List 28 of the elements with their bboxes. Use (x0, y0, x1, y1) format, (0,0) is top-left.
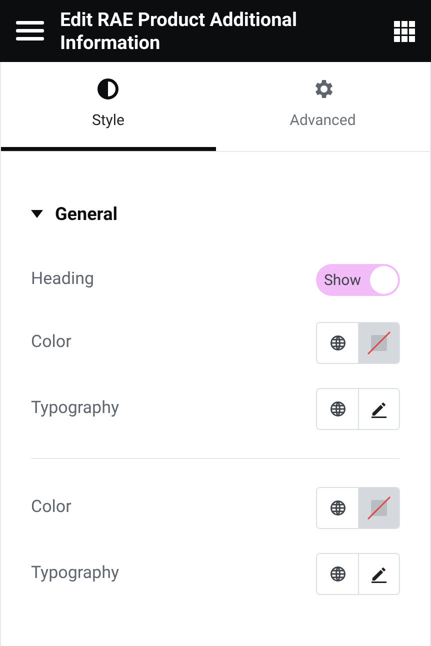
menu-icon[interactable] (16, 21, 44, 41)
color-picker-button[interactable] (359, 323, 399, 363)
no-color-icon (366, 330, 392, 356)
globe-icon (328, 400, 346, 418)
toggle-switch[interactable]: Show (316, 264, 400, 296)
grid-icon[interactable] (394, 20, 415, 42)
globe-icon (328, 334, 346, 352)
panel-tab[interactable]: Style (1, 62, 216, 151)
caret-icon (31, 210, 43, 218)
globe-icon (328, 499, 346, 517)
control-label: Typography (31, 562, 120, 586)
color-picker-button[interactable] (359, 488, 399, 528)
section-header[interactable]: General (31, 196, 118, 232)
control-label: Heading (31, 268, 94, 292)
control-label: Color (31, 331, 72, 354)
switch-thumb (370, 266, 398, 294)
global-button[interactable] (317, 323, 359, 363)
global-button[interactable] (317, 389, 359, 429)
panel-title: Edit RAE Product Additional Information (60, 8, 298, 54)
global-button[interactable] (317, 554, 359, 594)
panel-tab[interactable]: Advanced (216, 62, 430, 151)
control-label: Color (31, 496, 72, 520)
no-color-icon (366, 495, 392, 521)
control-label: Typography (31, 397, 120, 420)
globe-icon (328, 565, 346, 583)
contrast-icon (96, 77, 120, 102)
switch-text: Show (324, 270, 361, 291)
global-button[interactable] (317, 488, 359, 528)
